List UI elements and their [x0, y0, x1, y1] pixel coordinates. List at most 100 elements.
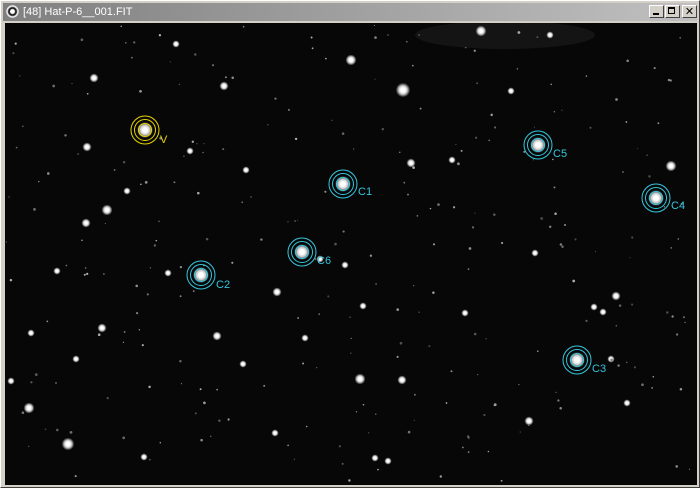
- star-core: [361, 304, 365, 308]
- faint-star: [274, 97, 277, 100]
- faint-star: [203, 142, 205, 145]
- faint-star: [203, 401, 206, 405]
- star-core: [84, 221, 88, 225]
- faint-star: [231, 261, 234, 264]
- faint-star: [153, 244, 157, 247]
- faint-star: [122, 341, 125, 343]
- faint-star: [625, 121, 628, 123]
- faint-star: [532, 159, 535, 161]
- faint-star: [260, 238, 263, 241]
- faint-star: [574, 238, 577, 241]
- faint-star: [158, 220, 160, 223]
- faint-star: [135, 284, 138, 288]
- faint-star: [113, 168, 116, 171]
- faint-star: [501, 241, 504, 245]
- app-icon[interactable]: [6, 5, 19, 18]
- aperture-star-core: [299, 249, 305, 255]
- faint-star: [155, 239, 158, 242]
- faint-star: [610, 358, 613, 362]
- faint-star: [457, 162, 460, 166]
- faint-star: [231, 76, 234, 79]
- faint-star: [629, 257, 631, 259]
- faint-star: [387, 34, 389, 36]
- faint-star: [250, 196, 252, 198]
- faint-star: [227, 418, 230, 421]
- faint-star: [473, 49, 476, 52]
- faint-star: [65, 264, 68, 267]
- faint-star: [15, 146, 18, 149]
- image-window: [48] Hat-P-6__001.FIT ✕ V C1 C2 C3 C4 C5 C6: [0, 0, 700, 488]
- faint-star: [467, 451, 470, 454]
- minimize-button[interactable]: [649, 5, 664, 18]
- faint-star: [9, 278, 13, 282]
- faint-star: [403, 181, 406, 184]
- faint-star: [418, 34, 420, 36]
- faint-star: [318, 313, 320, 315]
- faint-star: [493, 213, 496, 216]
- star-core: [166, 271, 170, 275]
- star-core: [9, 379, 13, 383]
- faint-star: [192, 290, 195, 292]
- star-field[interactable]: V C1 C2 C3 C4 C5 C6: [5, 23, 697, 485]
- faint-star: [297, 219, 299, 221]
- faint-star: [670, 247, 673, 249]
- faint-star: [106, 397, 109, 400]
- star-core: [222, 84, 226, 88]
- faint-star: [179, 295, 182, 298]
- star-core: [533, 251, 537, 255]
- faint-star: [211, 64, 215, 67]
- faint-star: [540, 217, 544, 220]
- faint-star: [553, 186, 556, 189]
- faint-star: [554, 212, 557, 215]
- faint-star: [407, 430, 411, 434]
- star-core: [386, 459, 390, 463]
- faint-star: [12, 52, 15, 55]
- star-core: [26, 405, 32, 411]
- close-button[interactable]: ✕: [682, 5, 697, 18]
- faint-star: [476, 82, 478, 84]
- faint-star: [84, 267, 87, 269]
- star-core: [463, 311, 467, 315]
- faint-star: [561, 245, 564, 248]
- faint-star: [138, 329, 141, 331]
- faint-star: [411, 64, 414, 67]
- faint-star: [350, 337, 352, 340]
- star-core: [100, 326, 104, 330]
- faint-star: [122, 160, 126, 164]
- faint-star: [362, 403, 365, 406]
- maximize-button[interactable]: [665, 5, 680, 18]
- faint-star: [631, 236, 634, 239]
- faint-star: [615, 98, 618, 101]
- faint-star: [341, 462, 344, 465]
- faint-star: [663, 206, 666, 208]
- faint-star: [52, 84, 56, 88]
- faint-star: [494, 126, 497, 129]
- faint-star: [374, 36, 377, 39]
- fits-image-viewport[interactable]: V C1 C2 C3 C4 C5 C6: [5, 23, 697, 485]
- faint-star: [267, 124, 269, 126]
- faint-star: [657, 122, 660, 125]
- star-core: [625, 401, 629, 405]
- faint-star: [679, 388, 683, 391]
- faint-star: [585, 319, 588, 322]
- aperture-label-c6: C6: [317, 255, 331, 267]
- faint-star: [120, 25, 122, 28]
- faint-star: [331, 119, 333, 121]
- faint-star: [205, 237, 209, 241]
- faint-star: [146, 293, 149, 296]
- faint-star: [310, 36, 313, 39]
- faint-star: [381, 127, 385, 131]
- faint-star: [71, 82, 73, 85]
- faint-star: [474, 212, 476, 214]
- aperture-star-core: [653, 195, 659, 201]
- faint-star: [14, 42, 17, 45]
- star-core: [275, 290, 279, 294]
- faint-star: [468, 247, 472, 250]
- faint-star: [471, 226, 475, 229]
- title-bar[interactable]: [48] Hat-P-6__001.FIT ✕: [3, 3, 697, 21]
- star-core: [357, 376, 363, 382]
- faint-star: [536, 350, 539, 353]
- star-core: [125, 189, 129, 193]
- faint-star: [97, 333, 101, 337]
- star-core: [104, 207, 110, 213]
